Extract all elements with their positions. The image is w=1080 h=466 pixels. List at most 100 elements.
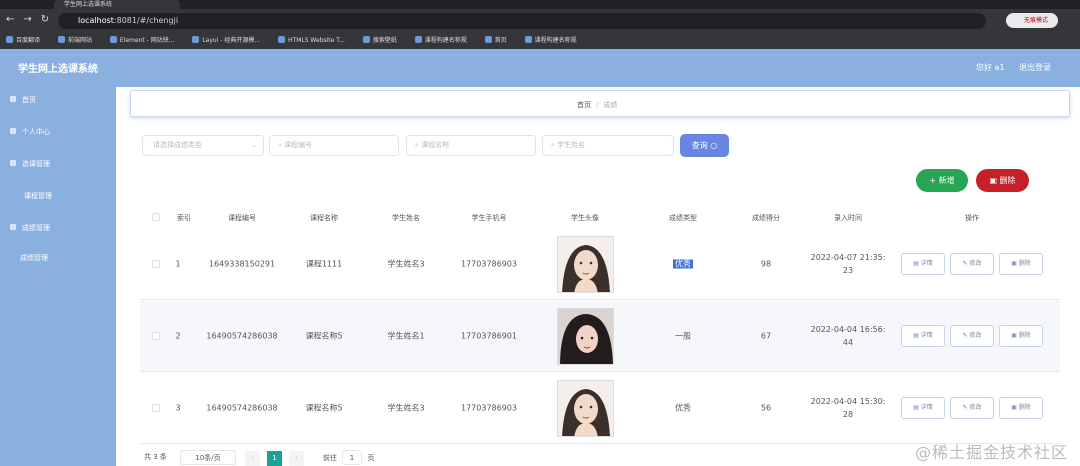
app-title: 学生网上选课系统	[18, 64, 98, 75]
edit-label: 修改	[969, 260, 982, 267]
column-header: 录入时间	[834, 214, 862, 222]
cell-index: 3	[175, 403, 181, 413]
grid-icon	[10, 224, 16, 230]
time-line: 2022-04-04 15:30:	[810, 397, 886, 406]
sidebar-item-home[interactable]: 首页	[10, 95, 36, 105]
bookmark-item[interactable]: 首页	[484, 33, 507, 49]
browser-tab[interactable]: 学生网上选课系统	[54, 0, 180, 9]
table-header: 索引 课程编号 课程名称 学生姓名 学生手机号 学生头像 成绩类型 成绩得分 录…	[140, 206, 1060, 228]
pagination-total: 共 3 条	[144, 453, 167, 461]
sidebar-item-label: 选课管理	[22, 160, 50, 168]
bookmark-label: 课程构建名称规	[424, 37, 467, 44]
column-header: 成绩类型	[669, 214, 697, 222]
delete-button[interactable]: ▣ 删除	[999, 397, 1043, 419]
edit-label: 修改	[969, 332, 982, 339]
bookmark-item[interactable]: 课程构建名称规	[524, 33, 577, 49]
app-header	[0, 49, 1080, 87]
cell-time: 2022-04-04 16:56: 44	[811, 323, 886, 349]
breadcrumb-home[interactable]: 首页	[577, 101, 591, 109]
goto-page-input[interactable]: 1	[342, 450, 362, 465]
address-bar[interactable]: localhost:8081/#/chengji	[58, 13, 986, 29]
bookmark-label: 搜索壁纸	[372, 37, 397, 44]
bookmark-item[interactable]: Layui - 经典开源模...	[192, 33, 260, 49]
bookmark-item[interactable]: 百度翻译	[6, 33, 40, 49]
sidebar-item-courses[interactable]: 课程管理	[24, 191, 52, 201]
select-all-checkbox[interactable]	[152, 213, 160, 221]
logout-link[interactable]: 退出登录	[1019, 62, 1051, 73]
column-header: 课程名称	[310, 214, 338, 222]
bookmark-icon	[414, 36, 422, 43]
page-suffix: 页	[367, 454, 375, 462]
bulk-delete-button[interactable]: ▣ 删除	[976, 169, 1029, 192]
cell-score: 67	[760, 331, 772, 341]
document-icon: ▤	[913, 404, 921, 411]
bookmark-icon	[278, 36, 286, 43]
delete-label: 删除	[1018, 404, 1031, 411]
page-size-select[interactable]: 10条/页	[180, 450, 236, 465]
time-line: 28	[842, 410, 854, 419]
profile-button[interactable]: 无痕模式	[1006, 13, 1058, 28]
cell-course-no: 16490574286038	[206, 331, 278, 341]
input-placeholder: 学生姓名	[557, 141, 586, 149]
trash-icon: ▣	[1011, 260, 1019, 267]
document-icon: ▤	[913, 260, 921, 267]
edit-button[interactable]: ✎ 修改	[950, 325, 994, 347]
bookmark-item[interactable]: 搜索壁纸	[362, 33, 397, 49]
next-page-button[interactable]: ›	[289, 451, 304, 466]
delete-button[interactable]: ▣ 删除	[999, 325, 1043, 347]
row-checkbox[interactable]	[152, 332, 160, 340]
edit-button[interactable]: ✎ 修改	[950, 253, 994, 275]
cell-score: 56	[760, 403, 772, 413]
cell-student-name: 学生姓名3	[387, 259, 425, 269]
delete-button[interactable]: ▣ 删除	[999, 253, 1043, 275]
user-icon	[10, 128, 16, 134]
course-name-input[interactable]: ⌕ 课程名称	[406, 135, 536, 156]
url-path: :8081/#/chengji	[113, 16, 179, 25]
page-number-current[interactable]: 1	[267, 451, 282, 466]
bookmark-label: 课程构建名称规	[534, 37, 577, 44]
row-checkbox[interactable]	[152, 260, 160, 268]
bookmark-item[interactable]: Element - 网站快...	[109, 33, 175, 49]
detail-button[interactable]: ▤ 详情	[901, 397, 945, 419]
grade-type-select[interactable]: 请选择成绩类型 ⌄	[142, 135, 264, 156]
student-name-input[interactable]: ⌕ 学生姓名	[542, 135, 674, 156]
reload-icon[interactable]: ↻	[41, 14, 49, 25]
bookmark-label: Element - 网站快...	[119, 37, 175, 44]
table-row: 3 16490574286038 课程名称5 学生姓名3 17703786903…	[140, 373, 1060, 444]
bulk-delete-label: 删除	[999, 176, 1016, 185]
cell-phone: 17703786903	[461, 403, 517, 413]
home-icon	[10, 96, 16, 102]
bookmark-item[interactable]: 课程构建名称规	[414, 33, 467, 49]
student-avatar-image	[557, 308, 614, 365]
table-row: 2 16490574286038 课程名称5 学生姓名1 17703786901…	[140, 301, 1060, 372]
add-button[interactable]: + 新增	[916, 169, 968, 192]
cell-grade-type: 优秀	[673, 258, 693, 271]
detail-label: 详情	[920, 332, 933, 339]
row-checkbox[interactable]	[152, 404, 160, 412]
detail-button[interactable]: ▤ 详情	[901, 253, 945, 275]
cell-grade-type: 一般	[675, 331, 691, 341]
time-line: 23	[842, 266, 854, 275]
sidebar-item-profile[interactable]: 个人中心	[10, 127, 50, 137]
bookmark-item[interactable]: 前端网站	[57, 33, 92, 49]
bookmark-item[interactable]: HTML5 Website T...	[278, 33, 345, 49]
column-header: 学生头像	[571, 214, 599, 222]
sidebar-item-enrollment[interactable]: 选课管理	[10, 159, 50, 169]
course-no-input[interactable]: ⌕ 课程编号	[269, 135, 399, 156]
cell-phone: 17703786903	[461, 259, 517, 269]
bookmark-icon	[484, 36, 492, 43]
grade-type-text: 优秀	[673, 259, 693, 269]
forward-icon[interactable]: →	[23, 14, 31, 25]
column-header: 课程编号	[228, 214, 256, 222]
detail-label: 详情	[920, 404, 933, 411]
prev-page-button[interactable]: ‹	[245, 451, 260, 466]
sidebar-item-grades-group[interactable]: 成绩管理	[10, 223, 50, 233]
bookmark-icon	[109, 36, 117, 43]
sidebar-item-grades[interactable]: 成绩管理	[20, 253, 48, 263]
url-host: localhost	[78, 16, 114, 25]
back-icon[interactable]: ←	[6, 14, 14, 25]
detail-button[interactable]: ▤ 详情	[901, 325, 945, 347]
search-button[interactable]: 查询 ○	[680, 134, 729, 157]
bookmark-icon	[57, 36, 65, 43]
edit-button[interactable]: ✎ 修改	[950, 397, 994, 419]
